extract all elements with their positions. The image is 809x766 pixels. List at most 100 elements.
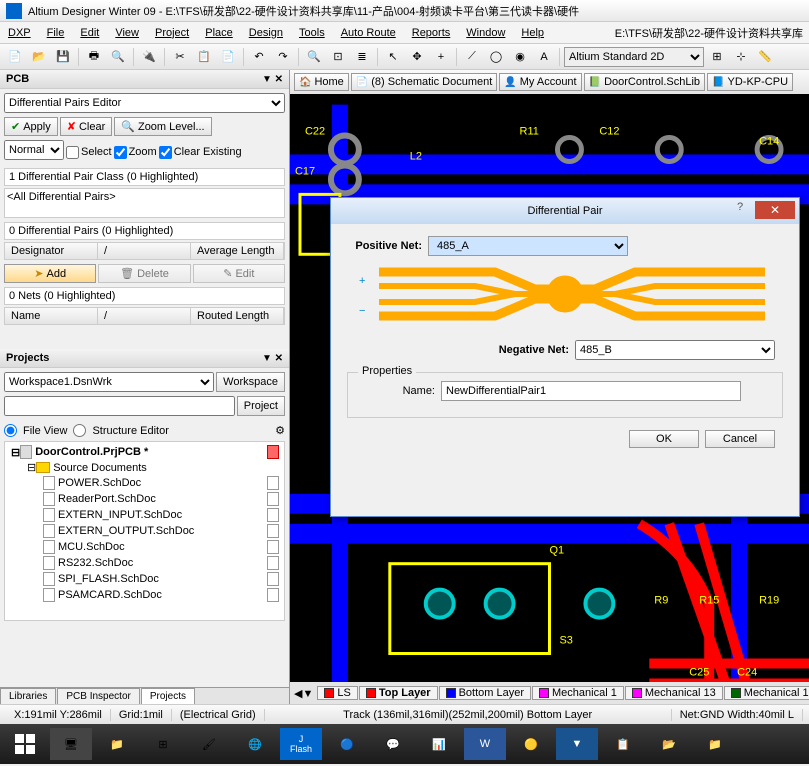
select-checkbox[interactable]: [66, 146, 79, 159]
tb-print-icon[interactable]: 🖶: [83, 46, 105, 68]
tb-pad-icon[interactable]: ◯: [485, 46, 507, 68]
tb-devices-icon[interactable]: 🔌: [138, 46, 160, 68]
taskbar-jflash-icon[interactable]: JFlash: [280, 728, 322, 760]
tb-save-icon[interactable]: 💾: [52, 46, 74, 68]
taskbar-app-icon[interactable]: ▼: [556, 728, 598, 760]
taskbar-app-icon[interactable]: 🟡: [510, 728, 552, 760]
tb-layers-icon[interactable]: ≣: [351, 46, 373, 68]
tb-zoom-icon[interactable]: 🔍: [303, 46, 325, 68]
taskbar-app-icon[interactable]: 📂: [648, 728, 690, 760]
menu-reports[interactable]: Reports: [404, 27, 459, 39]
structure-radio[interactable]: [73, 424, 86, 437]
editor-select[interactable]: Differential Pairs Editor: [4, 93, 285, 113]
taskbar-app-icon[interactable]: ⊞: [142, 728, 184, 760]
tb-open-icon[interactable]: 📂: [28, 46, 50, 68]
tb-undo-icon[interactable]: ↶: [248, 46, 270, 68]
taskbar-app-icon[interactable]: 📁: [96, 728, 138, 760]
tab-pcbinspector[interactable]: PCB Inspector: [57, 688, 139, 704]
menu-file[interactable]: File: [39, 27, 73, 39]
tb-text-icon[interactable]: A: [533, 46, 555, 68]
tab-projects[interactable]: Projects: [141, 688, 195, 704]
layer-tab[interactable]: Bottom Layer: [439, 686, 531, 700]
clear-existing-checkbox[interactable]: [159, 146, 172, 159]
menu-place[interactable]: Place: [197, 27, 241, 39]
view-mode-select[interactable]: Altium Standard 2D: [564, 47, 704, 67]
negative-net-select[interactable]: 485_B: [575, 340, 775, 360]
home-button[interactable]: 🏠Home: [294, 73, 349, 91]
positive-net-select[interactable]: 485_A: [428, 236, 628, 256]
workspace-select[interactable]: Workspace1.DsnWrk: [4, 372, 214, 392]
tree-doc[interactable]: SPI_FLASH.SchDoc: [7, 571, 282, 587]
tree-doc[interactable]: POWER.SchDoc: [7, 475, 282, 491]
close-button[interactable]: ✕: [755, 201, 795, 219]
doorcontrol-button[interactable]: 📗DoorControl.SchLib: [584, 73, 705, 91]
taskbar-app-icon[interactable]: 📁: [694, 728, 736, 760]
tb-new-icon[interactable]: 📄: [4, 46, 26, 68]
fileview-radio[interactable]: [4, 424, 17, 437]
menu-design[interactable]: Design: [241, 27, 291, 39]
menu-tools[interactable]: Tools: [291, 27, 333, 39]
account-button[interactable]: 👤My Account: [499, 73, 581, 91]
tb-redo-icon[interactable]: ↷: [272, 46, 294, 68]
cancel-button[interactable]: Cancel: [705, 430, 775, 448]
tb-move-icon[interactable]: ✥: [406, 46, 428, 68]
tree-srcdocs[interactable]: ⊟ Source Documents: [7, 460, 282, 475]
tree-root[interactable]: ⊟ DoorControl.PrjPCB *: [7, 444, 282, 460]
pairs-list[interactable]: <All Differential Pairs>: [4, 188, 285, 218]
zoom-button[interactable]: 🔍Zoom Level...: [114, 117, 211, 136]
tb-route-icon[interactable]: ⟋: [461, 46, 483, 68]
ydkp-button[interactable]: 📘YD-KP-CPU: [707, 73, 793, 91]
taskbar-app-icon[interactable]: 📊: [418, 728, 460, 760]
tb-cut-icon[interactable]: ✂: [169, 46, 191, 68]
apply-button[interactable]: ✔Apply: [4, 117, 58, 136]
tree-doc[interactable]: EXTERN_OUTPUT.SchDoc: [7, 523, 282, 539]
tb-select-icon[interactable]: ↖: [382, 46, 404, 68]
tree-doc[interactable]: PSAMCARD.SchDoc: [7, 587, 282, 603]
workspace-button[interactable]: Workspace: [216, 372, 285, 392]
ok-button[interactable]: OK: [629, 430, 699, 448]
add-button[interactable]: ➤Add: [4, 264, 96, 283]
tb-grid-icon[interactable]: ⊞: [706, 46, 728, 68]
project-button[interactable]: Project: [237, 396, 285, 416]
taskbar-app-icon[interactable]: 🖥: [50, 728, 92, 760]
clear-button[interactable]: ✘Clear: [60, 117, 113, 136]
schematic-button[interactable]: 📄(8) Schematic Document: [351, 73, 498, 91]
projects-close-icon[interactable]: ▼ ✕: [262, 353, 283, 364]
menu-edit[interactable]: Edit: [72, 27, 107, 39]
tb-copy-icon[interactable]: 📋: [193, 46, 215, 68]
dialog-header[interactable]: Differential Pair ? ✕: [331, 198, 799, 224]
taskbar-word-icon[interactable]: W: [464, 728, 506, 760]
taskbar-wechat-icon[interactable]: 💬: [372, 728, 414, 760]
menu-view[interactable]: View: [107, 27, 147, 39]
menu-project[interactable]: Project: [147, 27, 197, 39]
edit-button[interactable]: ✎Edit: [193, 264, 285, 283]
layer-tab[interactable]: Mechanical 15: [724, 686, 809, 700]
menu-path[interactable]: E:\TFS\研发部\22-硬件设计资料共享库: [609, 25, 809, 41]
taskbar-app-icon[interactable]: 🌐: [234, 728, 276, 760]
tree-doc[interactable]: RS232.SchDoc: [7, 555, 282, 571]
layer-tab[interactable]: Top Layer: [359, 686, 438, 700]
tree-doc[interactable]: EXTERN_INPUT.SchDoc: [7, 507, 282, 523]
delete-button[interactable]: 🗑Delete: [98, 264, 190, 283]
zoom-checkbox[interactable]: [114, 146, 127, 159]
layer-tab[interactable]: Mechanical 13: [625, 686, 723, 700]
menu-autoroute[interactable]: Auto Route: [333, 27, 404, 39]
settings-icon[interactable]: ⚙: [275, 424, 285, 437]
mode-select[interactable]: Normal: [4, 140, 64, 160]
tb-via-icon[interactable]: ◉: [509, 46, 531, 68]
tab-libraries[interactable]: Libraries: [0, 688, 56, 704]
menu-help[interactable]: Help: [513, 27, 552, 39]
name-input[interactable]: [441, 381, 741, 401]
help-icon[interactable]: ?: [731, 201, 749, 219]
tb-rule-icon[interactable]: 📏: [754, 46, 776, 68]
layer-tab[interactable]: LS: [317, 686, 357, 700]
start-button[interactable]: [4, 728, 46, 760]
project-input[interactable]: [4, 396, 235, 416]
tb-snap-icon[interactable]: ⊹: [730, 46, 752, 68]
tb-paste-icon[interactable]: 📄: [217, 46, 239, 68]
panel-close-icon[interactable]: ▼ ✕: [262, 74, 283, 85]
taskbar-chrome-icon[interactable]: 🔵: [326, 728, 368, 760]
project-tree[interactable]: ⊟ DoorControl.PrjPCB * ⊟ Source Document…: [4, 441, 285, 621]
tree-doc[interactable]: MCU.SchDoc: [7, 539, 282, 555]
tree-doc[interactable]: ReaderPort.SchDoc: [7, 491, 282, 507]
